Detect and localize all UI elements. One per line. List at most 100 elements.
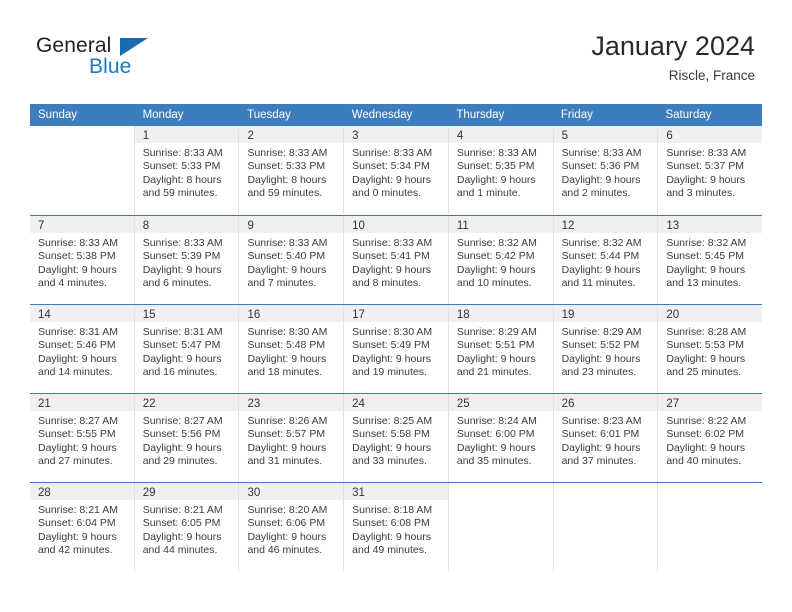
calendar-week-row: 14 Sunrise: 8:31 AM Sunset: 5:46 PM Dayligh… (30, 304, 763, 393)
day-details: Sunrise: 8:21 AM Sunset: 6:05 PM Daylight:… (135, 500, 239, 558)
daylight-text-line1: Daylight: 9 hours (352, 441, 431, 454)
day-cell[interactable]: 28 Sunrise: 8:21 AM Sunset: 6:04 PM Dayligh… (30, 483, 134, 571)
day-cell[interactable]: 16 Sunrise: 8:30 AM Sunset: 5:48 PM Dayligh… (238, 305, 344, 393)
calendar-grid: Sunday Monday Tuesday Wednesday Thursday Frid… (30, 104, 763, 571)
day-cell[interactable]: 7 Sunrise: 8:33 AM Sunset: 5:38 PM Daylight… (30, 216, 134, 304)
day-cell[interactable]: 18 Sunrise: 8:29 AM Sunset: 5:51 PM Dayligh… (447, 305, 553, 393)
day-cell[interactable]: 4 Sunrise: 8:33 AM Sunset: 5:35 PM Daylight… (447, 126, 553, 214)
day-cell[interactable]: 1 Sunrise: 8:33 AM Sunset: 5:33 PM Daylight… (133, 126, 239, 214)
daylight-text-line2: and 25 minutes. (666, 366, 742, 379)
weekday-header-monday: Monday (142, 109, 184, 121)
calendar-week-row: 28 Sunrise: 8:21 AM Sunset: 6:04 PM Dayligh… (30, 482, 763, 571)
sunset-text: Sunset: 6:01 PM (561, 428, 640, 441)
day-cell[interactable]: 29 Sunrise: 8:21 AM Sunset: 6:05 PM Dayligh… (133, 483, 239, 571)
day-details: Sunrise: 8:33 AM Sunset: 5:37 PM Daylight:… (658, 143, 762, 201)
day-cell[interactable]: 3 Sunrise: 8:33 AM Sunset: 5:34 PM Daylight… (343, 126, 448, 214)
sunset-text: Sunset: 5:38 PM (38, 250, 116, 263)
day-cell[interactable]: 11 Sunrise: 8:32 AM Sunset: 5:42 PM Dayligh… (447, 216, 553, 304)
daylight-text-line2: and 14 minutes. (38, 366, 113, 379)
day-details: Sunrise: 8:33 AM Sunset: 5:38 PM Daylight:… (30, 233, 134, 291)
day-cell[interactable]: 27 Sunrise: 8:22 AM Sunset: 6:02 PM Dayligh… (657, 394, 763, 482)
sunrise-text: Sunrise: 8:22 AM (666, 415, 747, 427)
daylight-text-line2: and 11 minutes. (561, 277, 636, 290)
day-number-bar: 21 (30, 394, 134, 411)
daylight-text-line1: Daylight: 9 hours (666, 263, 746, 276)
day-number-bar: 27 (658, 394, 763, 411)
sunrise-text: Sunrise: 8:33 AM (352, 147, 433, 159)
day-number: 16 (247, 309, 261, 321)
day-cell[interactable]: 14 Sunrise: 8:31 AM Sunset: 5:46 PM Dayligh… (30, 305, 134, 393)
day-number-bar: 14 (30, 305, 134, 322)
calendar-week-row: 1 Sunrise: 8:33 AM Sunset: 5:33 PM Daylight… (30, 126, 763, 215)
general-blue-logo[interactable]: General Blue (36, 34, 186, 86)
day-cell-empty (657, 483, 763, 571)
day-cell[interactable]: 21 Sunrise: 8:27 AM Sunset: 5:55 PM Dayligh… (30, 394, 134, 482)
sunset-text: Sunset: 5:47 PM (142, 339, 221, 352)
day-details: Sunrise: 8:33 AM Sunset: 5:33 PM Daylight:… (135, 143, 239, 201)
day-details: Sunrise: 8:33 AM Sunset: 5:33 PM Daylight:… (239, 143, 343, 201)
day-number: 7 (38, 220, 45, 232)
day-number: 10 (352, 220, 365, 232)
day-cell[interactable]: 8 Sunrise: 8:33 AM Sunset: 5:39 PM Daylight… (133, 216, 239, 304)
day-cell[interactable]: 9 Sunrise: 8:33 AM Sunset: 5:40 PM Daylight… (238, 216, 344, 304)
day-number: 15 (142, 309, 156, 321)
day-number: 30 (247, 487, 261, 499)
day-number: 23 (247, 398, 261, 410)
daylight-text-line1: Daylight: 9 hours (561, 441, 641, 454)
day-number: 4 (456, 130, 464, 142)
daylight-text-line1: Daylight: 9 hours (561, 263, 641, 276)
daylight-text-line2: and 16 minutes. (142, 366, 218, 379)
daylight-text-line1: Daylight: 9 hours (352, 173, 431, 186)
weekday-header-tuesday: Tuesday (247, 109, 291, 121)
day-number-bar: 18 (448, 305, 553, 322)
daylight-text-line1: Daylight: 9 hours (456, 441, 536, 454)
day-number: 31 (352, 487, 365, 499)
day-cell[interactable]: 17 Sunrise: 8:30 AM Sunset: 5:49 PM Dayligh… (343, 305, 448, 393)
day-number: 18 (456, 309, 470, 321)
day-cell[interactable]: 6 Sunrise: 8:33 AM Sunset: 5:37 PM Daylight… (657, 126, 763, 214)
day-cell[interactable]: 22 Sunrise: 8:27 AM Sunset: 5:56 PM Dayligh… (133, 394, 239, 482)
sunset-text: Sunset: 5:48 PM (247, 339, 326, 352)
day-number: 21 (38, 398, 51, 410)
daylight-text-line1: Daylight: 9 hours (456, 173, 536, 186)
daylight-text-line2: and 33 minutes. (352, 455, 427, 468)
day-cell[interactable]: 26 Sunrise: 8:23 AM Sunset: 6:01 PM Dayligh… (552, 394, 658, 482)
sunset-text: Sunset: 5:49 PM (352, 339, 430, 352)
day-cell[interactable]: 13 Sunrise: 8:32 AM Sunset: 5:45 PM Dayligh… (657, 216, 763, 304)
day-cell[interactable]: 20 Sunrise: 8:28 AM Sunset: 5:53 PM Dayligh… (657, 305, 763, 393)
day-cell[interactable]: 31 Sunrise: 8:18 AM Sunset: 6:08 PM Dayligh… (343, 483, 448, 571)
sunrise-text: Sunrise: 8:33 AM (561, 147, 642, 159)
day-details: Sunrise: 8:33 AM Sunset: 5:36 PM Daylight:… (554, 143, 658, 201)
day-number: 20 (666, 309, 680, 321)
day-cell[interactable]: 5 Sunrise: 8:33 AM Sunset: 5:36 PM Daylight… (552, 126, 658, 214)
day-cell[interactable]: 2 Sunrise: 8:33 AM Sunset: 5:33 PM Daylight… (238, 126, 344, 214)
sunset-text: Sunset: 5:39 PM (142, 250, 221, 263)
daylight-text-line1: Daylight: 9 hours (247, 352, 327, 365)
day-cell[interactable]: 10 Sunrise: 8:33 AM Sunset: 5:41 PM Dayligh… (343, 216, 448, 304)
daylight-text-line2: and 59 minutes. (247, 187, 323, 200)
day-details: Sunrise: 8:27 AM Sunset: 5:56 PM Daylight:… (135, 411, 239, 469)
sunrise-text: Sunrise: 8:31 AM (38, 326, 118, 338)
day-cell[interactable]: 19 Sunrise: 8:29 AM Sunset: 5:52 PM Dayligh… (552, 305, 658, 393)
sunrise-text: Sunrise: 8:28 AM (666, 326, 747, 338)
day-cell[interactable]: 15 Sunrise: 8:31 AM Sunset: 5:47 PM Dayligh… (133, 305, 239, 393)
day-number: 11 (456, 220, 469, 232)
day-cell[interactable]: 30 Sunrise: 8:20 AM Sunset: 6:06 PM Dayligh… (238, 483, 344, 571)
day-cell[interactable]: 23 Sunrise: 8:26 AM Sunset: 5:57 PM Dayligh… (238, 394, 344, 482)
daylight-text-line2: and 23 minutes. (561, 366, 637, 379)
day-cell-empty (30, 126, 134, 214)
daylight-text-line2: and 59 minutes. (142, 187, 218, 200)
day-details: Sunrise: 8:29 AM Sunset: 5:52 PM Daylight:… (554, 322, 658, 380)
title-block: January 2024 Riscle, France (591, 30, 755, 84)
day-number: 5 (561, 130, 568, 142)
day-number-bar: 1 (134, 126, 239, 143)
day-cell[interactable]: 12 Sunrise: 8:32 AM Sunset: 5:44 PM Dayligh… (552, 216, 658, 304)
daylight-text-line1: Daylight: 9 hours (666, 441, 746, 454)
day-cell[interactable]: 25 Sunrise: 8:24 AM Sunset: 6:00 PM Dayligh… (447, 394, 553, 482)
day-details: Sunrise: 8:33 AM Sunset: 5:35 PM Daylight:… (449, 143, 553, 201)
sunrise-text: Sunrise: 8:24 AM (456, 415, 537, 427)
day-cell[interactable]: 24 Sunrise: 8:25 AM Sunset: 5:58 PM Dayligh… (343, 394, 448, 482)
sunset-text: Sunset: 6:05 PM (142, 517, 221, 530)
sunset-text: Sunset: 6:06 PM (247, 517, 326, 530)
weekday-header-saturday: Saturday (665, 109, 712, 121)
